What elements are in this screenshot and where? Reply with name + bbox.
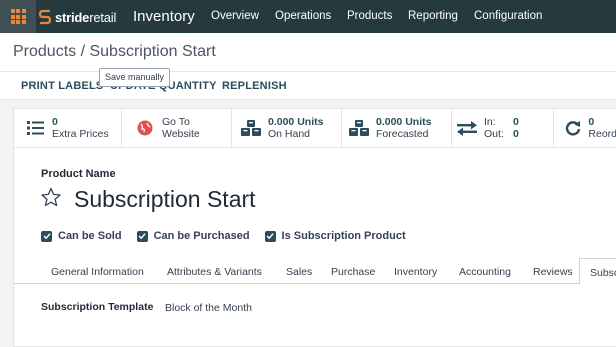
action-bar: PRINT LABELS UPDATE QUANTITY REPLENISH bbox=[0, 71, 616, 100]
list-icon bbox=[24, 121, 46, 135]
breadcrumb[interactable]: Products / Subscription Start bbox=[13, 43, 216, 61]
product-name-field[interactable]: Subscription Start bbox=[74, 186, 256, 213]
replenish-button[interactable]: REPLENISH bbox=[222, 80, 287, 92]
can-be-purchased-checkbox[interactable]: Can be Purchased bbox=[136, 230, 250, 242]
product-form-sheet: 0 Extra Prices Go To Website 0.000 Units… bbox=[13, 108, 616, 347]
refresh-icon bbox=[564, 120, 582, 136]
website-line2: Website bbox=[162, 128, 200, 140]
nav-operations[interactable]: Operations bbox=[275, 10, 331, 22]
go-to-website-button[interactable]: Go To Website bbox=[122, 109, 232, 147]
on-hand-label: On Hand bbox=[268, 128, 311, 140]
on-hand-button[interactable]: 0.000 Units On Hand bbox=[232, 109, 342, 147]
can-be-purchased-label: Can be Purchased bbox=[153, 230, 250, 242]
nav-products[interactable]: Products bbox=[347, 10, 392, 22]
product-tabs: General Information Attributes & Variant… bbox=[14, 258, 616, 285]
tab-attributes-variants[interactable]: Attributes & Variants bbox=[167, 266, 262, 278]
checkmark-icon bbox=[136, 230, 148, 242]
out-value: 0 bbox=[513, 128, 519, 140]
is-subscription-product-label: Is Subscription Product bbox=[281, 230, 406, 242]
exchange-icon bbox=[456, 120, 478, 136]
checkmark-icon bbox=[264, 230, 276, 242]
is-subscription-product-checkbox[interactable]: Is Subscription Product bbox=[264, 230, 406, 242]
nav-configuration[interactable]: Configuration bbox=[474, 10, 542, 22]
in-value: 0 bbox=[513, 116, 519, 128]
on-hand-value: 0.000 Units bbox=[268, 116, 324, 128]
tab-subscription[interactable]: Subsc bbox=[579, 258, 616, 285]
product-flags: Can be Sold Can be Purchased Is Subscrip… bbox=[41, 230, 421, 242]
cubes-icon bbox=[348, 119, 370, 137]
forecasted-value: 0.000 Units bbox=[376, 116, 432, 128]
product-name-label: Product Name bbox=[41, 168, 116, 180]
stride-logo-icon bbox=[38, 9, 52, 25]
apps-grid-icon bbox=[10, 9, 26, 24]
tooltip: Save manually bbox=[99, 68, 171, 87]
checkmark-icon bbox=[41, 230, 52, 242]
brand-logo-text: strideretail bbox=[55, 9, 117, 25]
tab-general-information[interactable]: General Information bbox=[51, 266, 144, 278]
brand-logo[interactable]: strideretail bbox=[38, 8, 116, 26]
globe-icon bbox=[134, 120, 156, 136]
smart-buttons-row: 0 Extra Prices Go To Website 0.000 Units… bbox=[14, 109, 616, 148]
in-label: In: bbox=[484, 116, 496, 128]
tab-accounting[interactable]: Accounting bbox=[459, 266, 511, 278]
tab-purchase[interactable]: Purchase bbox=[331, 266, 375, 278]
print-labels-button[interactable]: PRINT LABELS bbox=[21, 80, 103, 92]
website-line1: Go To bbox=[162, 116, 190, 128]
reorder-label: Reord bbox=[588, 128, 616, 140]
forecasted-label: Forecasted bbox=[376, 128, 429, 140]
can-be-sold-checkbox[interactable]: Can be Sold bbox=[41, 230, 122, 242]
favorite-star-icon[interactable] bbox=[41, 187, 61, 207]
tab-sales[interactable]: Sales bbox=[286, 266, 312, 278]
tab-inventory[interactable]: Inventory bbox=[394, 266, 437, 278]
subscription-template-field[interactable]: Block of the Month bbox=[165, 302, 252, 314]
app-menu-button[interactable] bbox=[0, 0, 36, 33]
can-be-sold-label: Can be Sold bbox=[58, 230, 122, 242]
subscription-template-label: Subscription Template bbox=[41, 301, 154, 313]
reordering-rules-button[interactable]: 0 Reord bbox=[554, 109, 616, 147]
control-panel: Products / Subscription Start bbox=[0, 33, 616, 71]
extra-prices-count: 0 bbox=[52, 116, 58, 128]
top-navbar: strideretail Inventory Overview Operatio… bbox=[0, 0, 616, 33]
nav-reporting[interactable]: Reporting bbox=[408, 10, 458, 22]
tab-reviews[interactable]: Reviews bbox=[533, 266, 573, 278]
forecasted-button[interactable]: 0.000 Units Forecasted bbox=[342, 109, 452, 147]
extra-prices-label: Extra Prices bbox=[52, 128, 109, 140]
reorder-count: 0 bbox=[588, 116, 595, 128]
cubes-icon bbox=[240, 119, 262, 137]
extra-prices-button[interactable]: 0 Extra Prices bbox=[14, 109, 122, 147]
nav-overview[interactable]: Overview bbox=[211, 10, 259, 22]
out-label: Out: bbox=[484, 128, 504, 140]
app-title[interactable]: Inventory bbox=[133, 8, 195, 25]
in-out-button[interactable]: In: 0 Out: 0 bbox=[452, 109, 554, 147]
